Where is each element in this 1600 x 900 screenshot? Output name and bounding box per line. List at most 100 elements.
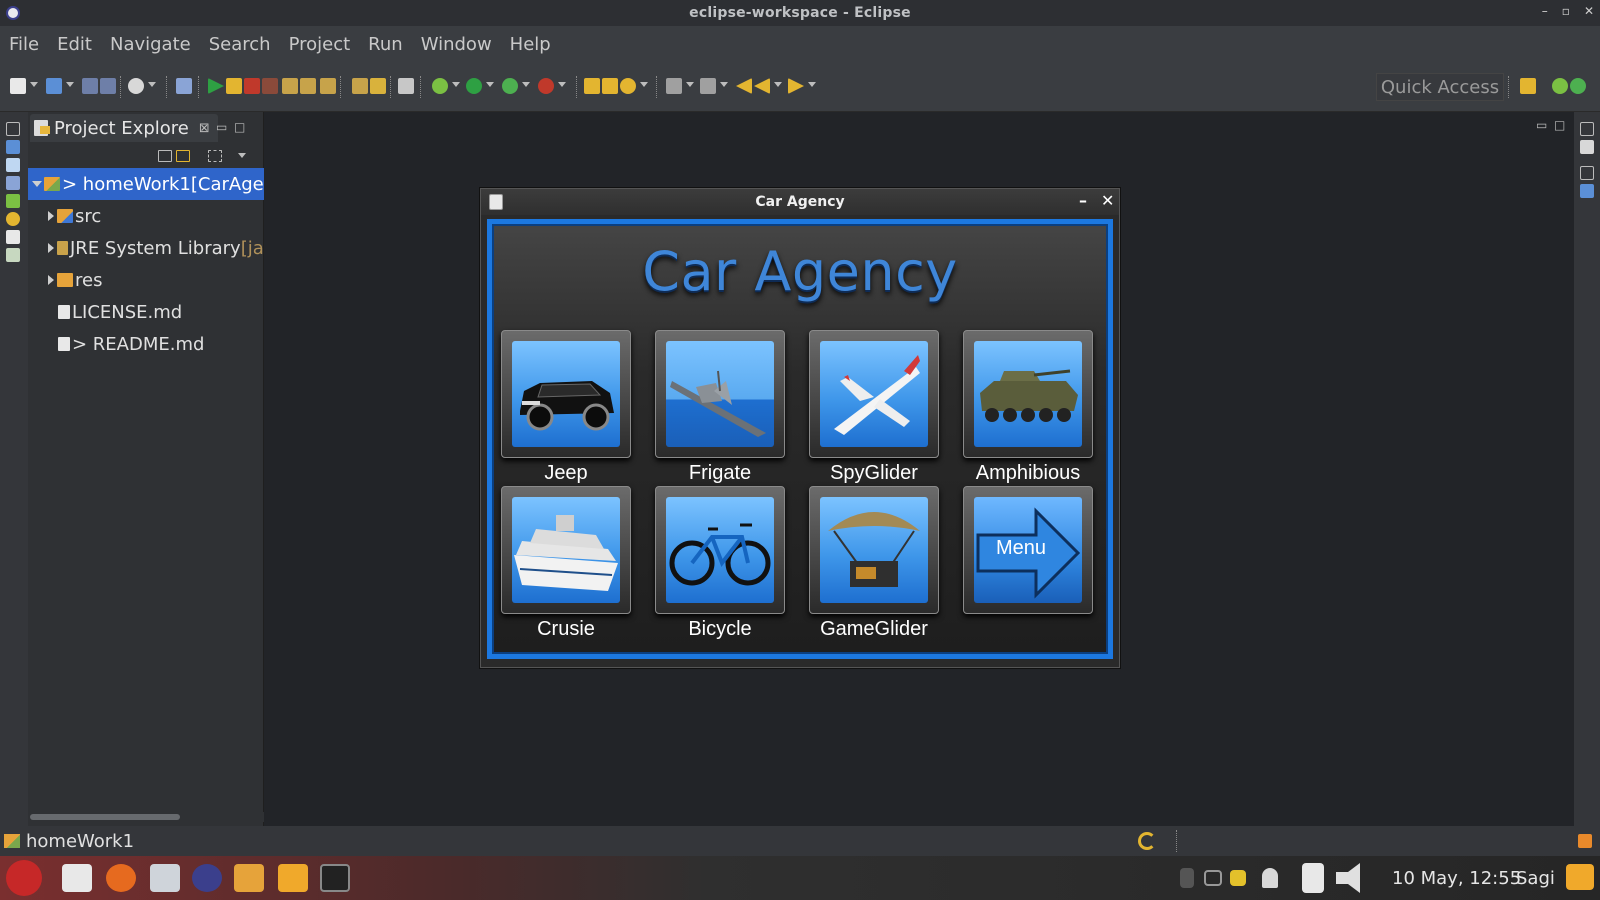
open-type-icon[interactable] [584, 78, 600, 94]
tab-project-explorer[interactable]: Project Explore ⊠ [30, 114, 218, 142]
volume-icon[interactable] [1336, 863, 1360, 893]
outline-icon[interactable] [352, 78, 368, 94]
car-agency-close-button[interactable]: ✕ [1101, 191, 1114, 210]
run-icon[interactable] [466, 78, 482, 94]
debug-view-icon[interactable] [6, 194, 20, 208]
new-dropdown-icon[interactable] [30, 82, 38, 87]
expand-arrow-icon[interactable] [48, 211, 54, 221]
outline-view-icon[interactable] [1580, 140, 1594, 154]
maximize-button[interactable]: ▫ [1562, 4, 1570, 18]
view-minimize-icon[interactable]: ▭ [216, 120, 227, 134]
menu-navigate[interactable]: Navigate [110, 34, 191, 55]
jeep-button[interactable] [501, 330, 631, 458]
close-tab-icon[interactable]: ⊠ [199, 121, 210, 136]
menu-project[interactable]: Project [289, 34, 351, 55]
toggle-icon[interactable] [370, 78, 386, 94]
notifications-icon[interactable] [1578, 834, 1592, 848]
menu-help[interactable]: Help [510, 34, 551, 55]
open-perspective-icon[interactable] [1520, 78, 1536, 94]
restore-icon[interactable] [6, 122, 20, 136]
search-dropdown-icon[interactable] [640, 82, 648, 87]
menu-window[interactable]: Window [421, 34, 492, 55]
debug-perspective-icon[interactable] [1552, 78, 1568, 94]
skip-breakpoints-icon[interactable] [176, 78, 192, 94]
forward-dropdown-icon[interactable] [808, 82, 816, 87]
taskbar-user[interactable]: Sagi [1516, 868, 1555, 889]
sync-icon[interactable] [1138, 832, 1156, 850]
save-all-icon[interactable] [100, 78, 116, 94]
tree-item[interactable]: src [28, 200, 264, 232]
link-with-editor-icon[interactable] [176, 150, 190, 162]
annotation-icon[interactable] [666, 78, 682, 94]
tree-item[interactable]: > README.md [28, 328, 264, 360]
suspend-icon[interactable] [226, 78, 242, 94]
java-taskbar-icon[interactable] [62, 864, 92, 892]
problems-icon[interactable] [6, 230, 20, 244]
coverage-dropdown-icon[interactable] [522, 82, 530, 87]
explorer-horizontal-scrollbar[interactable] [28, 812, 264, 822]
collapse-all-icon[interactable] [158, 150, 172, 162]
toggle-mark-icon[interactable] [398, 78, 414, 94]
expand-arrow-icon[interactable] [48, 275, 54, 285]
save-icon[interactable] [82, 78, 98, 94]
new-package-dropdown-icon[interactable] [66, 82, 74, 87]
editor-maximize-icon[interactable]: □ [1554, 118, 1565, 132]
new-file-icon[interactable] [10, 78, 26, 94]
tree-item[interactable]: LICENSE.md [28, 296, 264, 328]
profile-icon[interactable] [128, 78, 144, 94]
amphibious-button[interactable] [963, 330, 1093, 458]
notes-icon[interactable] [1230, 870, 1246, 886]
step-over-icon[interactable] [300, 78, 316, 94]
spyglider-button[interactable] [809, 330, 939, 458]
file-manager-icon[interactable] [278, 864, 308, 892]
menu-button[interactable]: Menu [963, 486, 1093, 614]
debug-icon[interactable] [432, 78, 448, 94]
menu-edit[interactable]: Edit [57, 34, 92, 55]
tree-item[interactable]: > homeWork1 [CarAger [28, 168, 264, 200]
view-menu-icon[interactable] [238, 153, 246, 158]
display-icon[interactable] [1204, 870, 1222, 886]
frigate-button[interactable] [655, 330, 785, 458]
firefox-icon[interactable] [106, 864, 136, 892]
close-button[interactable]: ✕ [1584, 4, 1594, 18]
bicycle-button[interactable] [655, 486, 785, 614]
resume-icon[interactable] [208, 78, 224, 94]
car-agency-minimize-button[interactable]: – [1079, 191, 1087, 210]
forward-icon[interactable] [788, 78, 804, 94]
disconnect-icon[interactable] [262, 78, 278, 94]
restore-right-2-icon[interactable] [1580, 166, 1594, 180]
coverage-icon[interactable] [502, 78, 518, 94]
bluetooth-icon[interactable] [1180, 868, 1194, 888]
start-menu-icon[interactable] [6, 860, 42, 896]
declaration-icon[interactable] [6, 176, 20, 190]
gameglider-button[interactable] [809, 486, 939, 614]
expand-arrow-icon[interactable] [32, 181, 42, 187]
bell-icon[interactable] [1262, 868, 1278, 888]
open-task-icon[interactable] [602, 78, 618, 94]
external-tools-dropdown-icon[interactable] [558, 82, 566, 87]
last-edit-dropdown-icon[interactable] [720, 82, 728, 87]
external-tools-icon[interactable] [538, 78, 554, 94]
search-view-icon[interactable] [6, 212, 20, 226]
back-icon[interactable] [736, 78, 752, 94]
java-perspective-icon[interactable] [1570, 78, 1586, 94]
restore-right-icon[interactable] [1580, 122, 1594, 136]
run-dropdown-icon[interactable] [486, 82, 494, 87]
debug-dropdown-icon[interactable] [452, 82, 460, 87]
annotation-dropdown-icon[interactable] [686, 82, 694, 87]
tree-item[interactable]: res [28, 264, 264, 296]
cruise-button[interactable] [501, 486, 631, 614]
presentation-icon[interactable] [234, 864, 264, 892]
tree-item[interactable]: JRE System Library [ja [28, 232, 264, 264]
profile-dropdown-icon[interactable] [148, 82, 156, 87]
menu-run[interactable]: Run [368, 34, 403, 55]
menu-file[interactable]: File [9, 34, 39, 55]
view-maximize-icon[interactable]: □ [234, 120, 245, 134]
navigate-back-icon[interactable] [754, 78, 770, 94]
tasks-icon[interactable] [6, 248, 20, 262]
show-desktop-icon[interactable] [1566, 864, 1594, 890]
new-package-icon[interactable] [46, 78, 62, 94]
scrollbar-thumb[interactable] [30, 814, 180, 820]
eclipse-taskbar-icon[interactable] [192, 864, 222, 892]
console-icon[interactable] [6, 140, 20, 154]
